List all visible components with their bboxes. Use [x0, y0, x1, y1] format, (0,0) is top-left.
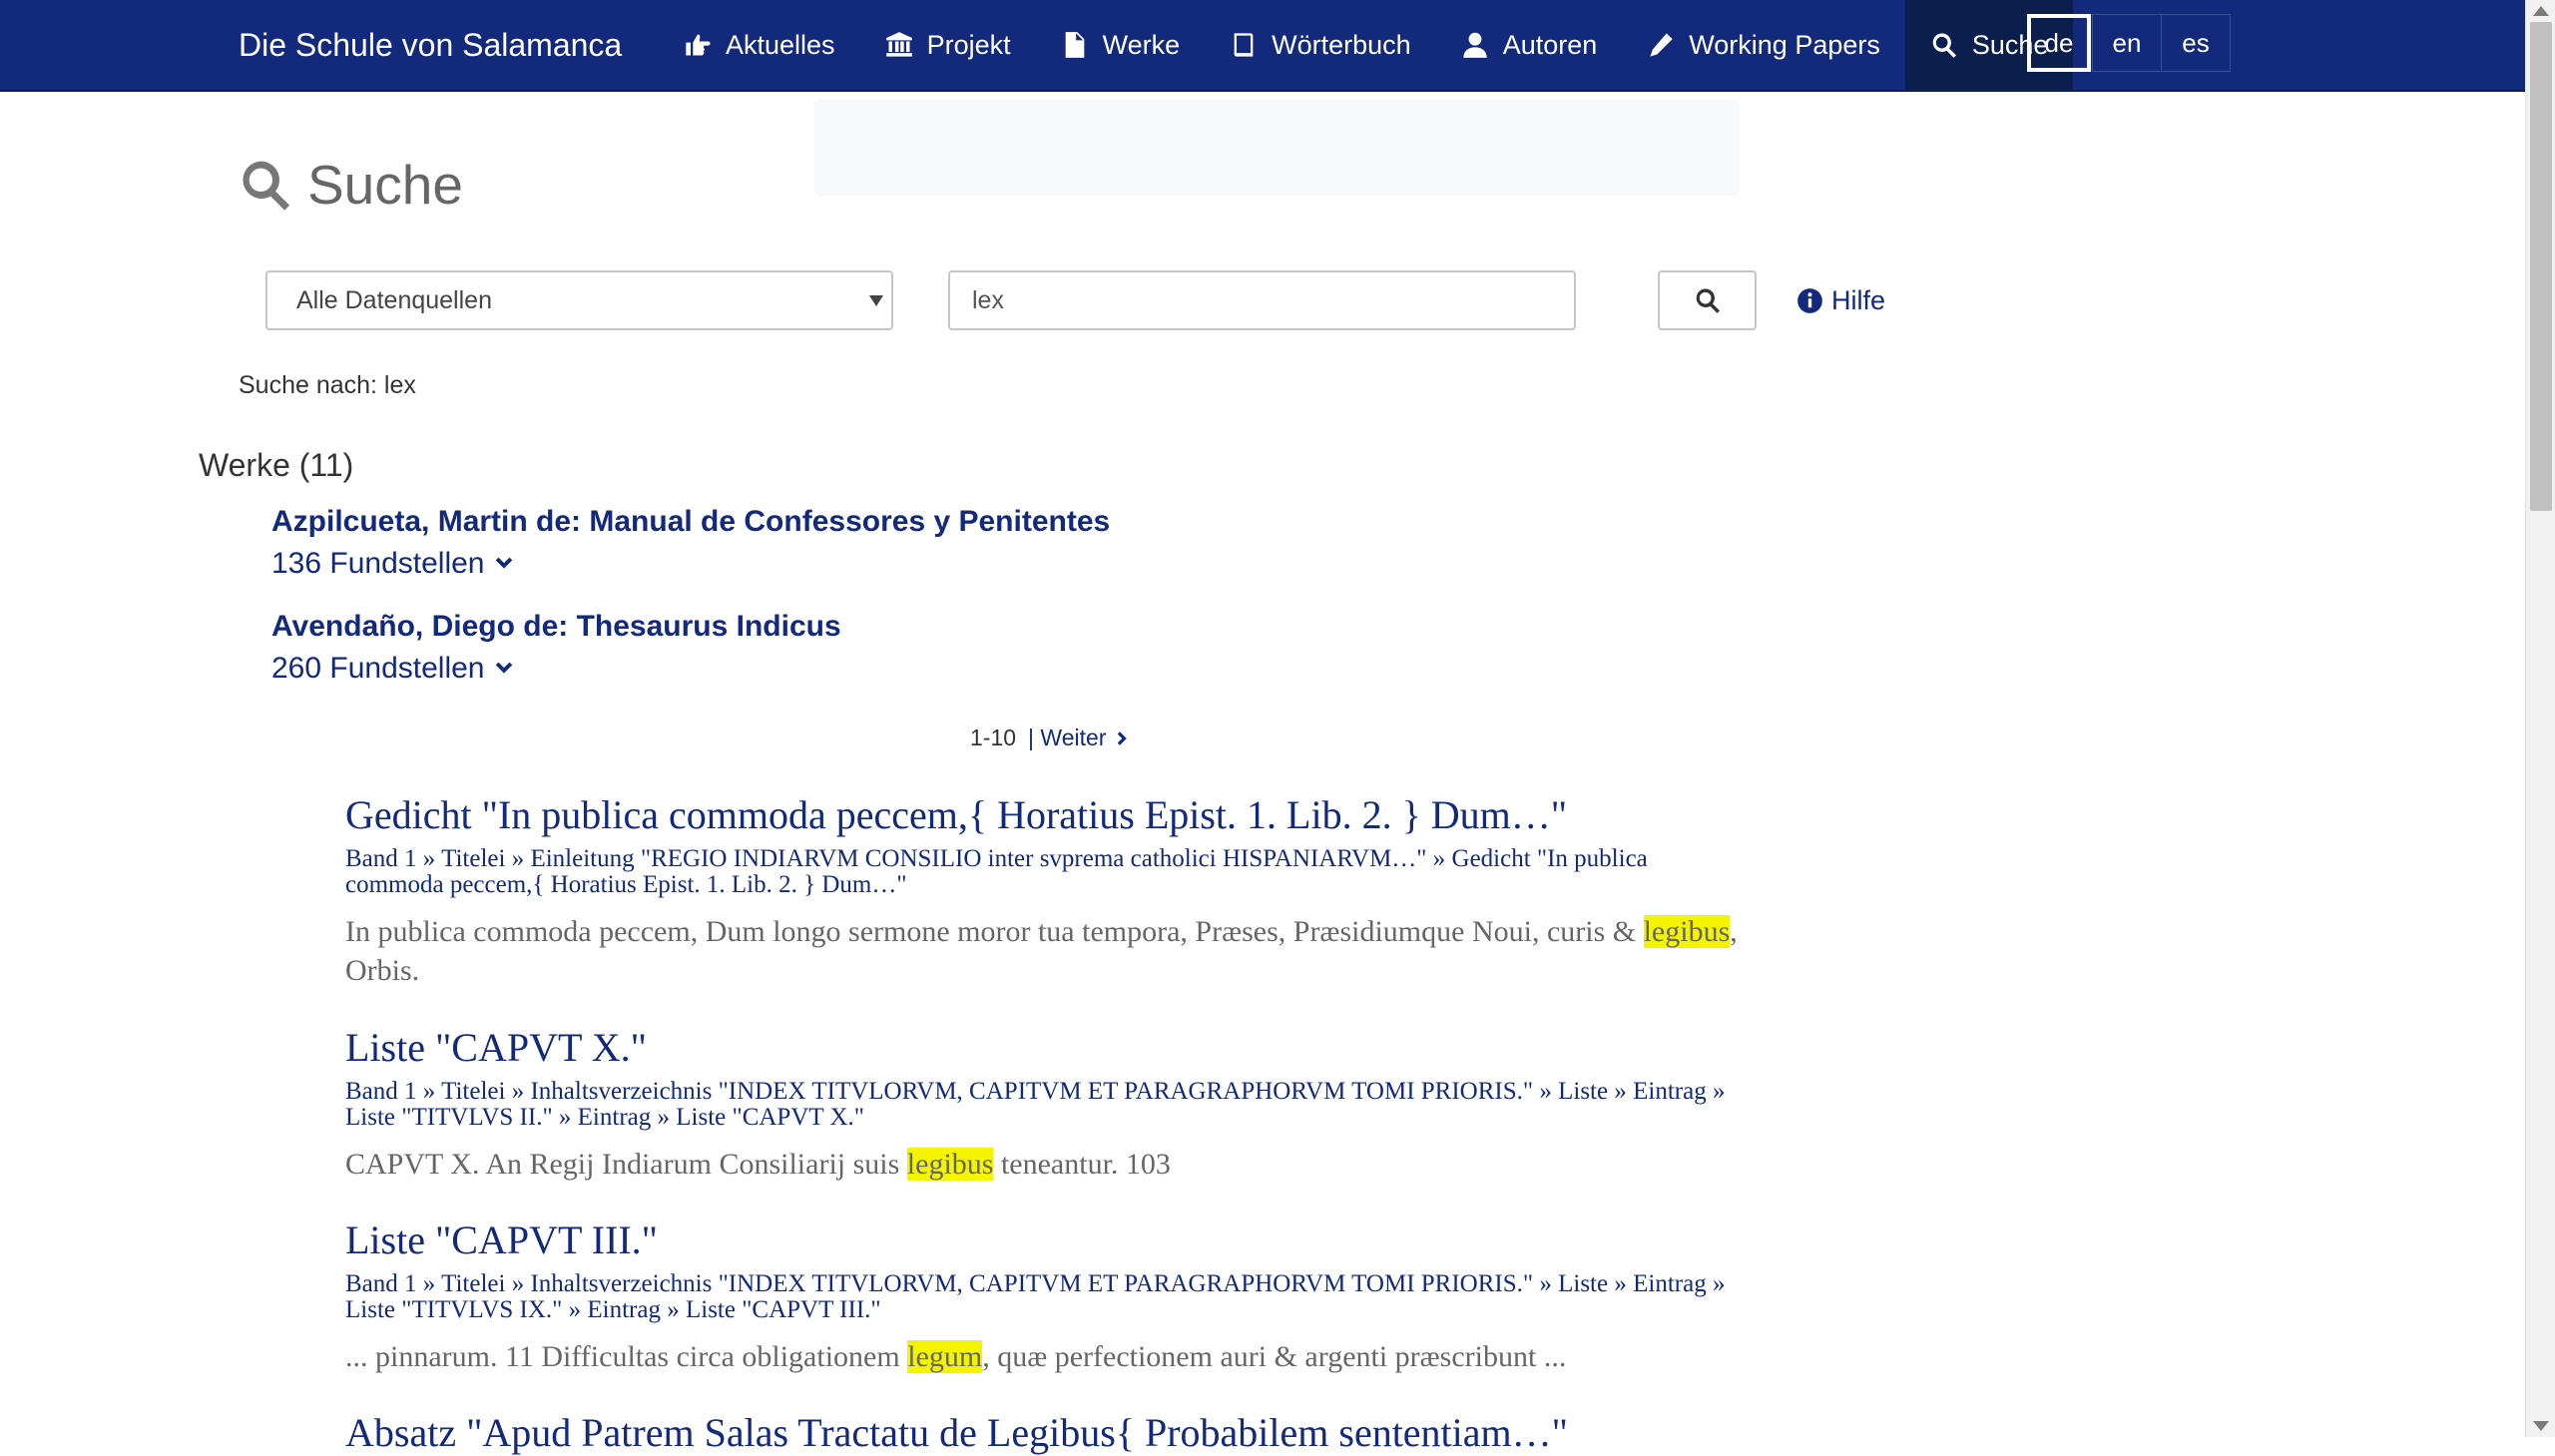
search-hit: Gedicht "In publica commoda peccem,{ Hor…: [345, 792, 1743, 990]
search-icon: [1696, 288, 1720, 313]
scroll-down-arrow-icon[interactable]: [2533, 1421, 2549, 1431]
nav-label: Autoren: [1502, 29, 1598, 60]
search-icon: [243, 161, 290, 211]
nav-item-working-papers[interactable]: Working Papers: [1622, 0, 1905, 90]
snippet-text: ... pinnarum. 11 Difficultas circa oblig…: [345, 1340, 908, 1373]
vertical-scrollbar[interactable]: [2525, 0, 2555, 1437]
work-hit-count-toggle[interactable]: 136 Fundstellen: [271, 547, 515, 581]
hand-point-right-icon: [686, 34, 711, 56]
search-query-echo: Suche nach: lex: [239, 371, 416, 399]
breadcrumb-link[interactable]: Eintrag: [1633, 1270, 1707, 1297]
snippet-text: , quæ perfectionem auri & argenti præscr…: [982, 1340, 1567, 1373]
breadcrumb-link[interactable]: Titelei: [441, 1270, 505, 1297]
hit-title-link[interactable]: Liste "CAPVT X.": [345, 1025, 1743, 1071]
breadcrumb-link[interactable]: Titelei: [441, 1078, 505, 1105]
pagination-next-link[interactable]: | Weiter: [1028, 725, 1132, 751]
nav-item-werke[interactable]: Werke: [1036, 0, 1206, 90]
pencil-icon: [1650, 33, 1673, 57]
breadcrumb-link[interactable]: Liste: [1558, 1270, 1608, 1297]
breadcrumb-link[interactable]: Liste "CAPVT X.": [676, 1104, 864, 1131]
search-hit: Absatz "Apud Patrem Salas Tractatu de Le…: [345, 1410, 1743, 1456]
search-button[interactable]: [1658, 270, 1757, 330]
work-hit-count-toggle[interactable]: 260 Fundstellen: [271, 652, 515, 686]
nav-item-woerterbuch[interactable]: Wörterbuch: [1205, 0, 1436, 90]
breadcrumb-link[interactable]: Liste "CAPVT III.": [686, 1296, 881, 1323]
hit-snippet: ... pinnarum. 11 Difficultas circa oblig…: [345, 1337, 1743, 1376]
faded-tooltip-overlay: [814, 100, 1739, 196]
work-title-link[interactable]: Avendaño, Diego de: Thesaurus Indicus: [271, 610, 841, 644]
pagination-next-label: | Weiter: [1028, 725, 1107, 750]
data-source-selected: Alle Datenquellen: [296, 285, 492, 314]
data-source-select[interactable]: Alle Datenquellen: [265, 270, 893, 330]
snippet-text: CAPVT X. An Regij Indiarum Consiliarij s…: [345, 1148, 907, 1181]
breadcrumb-link[interactable]: Liste: [1558, 1078, 1608, 1105]
hit-snippet: CAPVT X. An Regij Indiarum Consiliarij s…: [345, 1145, 1743, 1184]
lang-es-button[interactable]: es: [2161, 14, 2231, 72]
user-icon: [1463, 32, 1487, 58]
breadcrumb-link[interactable]: Band 1: [345, 1078, 417, 1105]
top-navbar: Die Schule von Salamanca Aktuelles Proje…: [0, 0, 2525, 92]
search-input[interactable]: [948, 270, 1576, 330]
breadcrumb: Band 1 » Titelei » Inhaltsverzeichnis "I…: [345, 1078, 1726, 1131]
breadcrumb-link[interactable]: Eintrag: [1633, 1078, 1707, 1105]
breadcrumb-link[interactable]: Eintrag: [578, 1104, 652, 1131]
page-title: Suche: [238, 150, 463, 220]
chevron-down-icon: [495, 557, 512, 569]
chevron-right-icon: [1118, 730, 1128, 745]
breadcrumb-link[interactable]: Titelei: [441, 845, 505, 872]
work-title-link[interactable]: Azpilcueta, Martin de: Manual de Confess…: [271, 505, 1110, 539]
breadcrumb-link[interactable]: Band 1: [345, 845, 417, 872]
breadcrumb-link[interactable]: Eintrag: [587, 1296, 661, 1323]
institution-icon: [885, 32, 912, 57]
search-term-highlight: legibus: [1643, 915, 1731, 948]
nav-item-projekt[interactable]: Projekt: [860, 0, 1036, 90]
file-icon: [1065, 32, 1084, 58]
brand-link[interactable]: Die Schule von Salamanca: [239, 0, 622, 90]
nav-label: Aktuelles: [726, 29, 835, 60]
search-hit: Liste "CAPVT III." Band 1 » Titelei » In…: [345, 1217, 1743, 1376]
work-hit-count: 136 Fundstellen: [271, 547, 485, 580]
hit-title-link[interactable]: Liste "CAPVT III.": [345, 1217, 1743, 1263]
book-icon: [1234, 33, 1254, 57]
nav-item-aktuelles[interactable]: Aktuelles: [659, 0, 860, 90]
info-circle-icon: [1797, 287, 1822, 313]
breadcrumb-link[interactable]: Liste "TITVLVS II.": [345, 1104, 553, 1131]
breadcrumb-link[interactable]: Liste "TITVLVS IX.": [345, 1296, 562, 1323]
nav-label: Projekt: [926, 29, 1011, 60]
nav-item-autoren[interactable]: Autoren: [1436, 0, 1623, 90]
breadcrumb-link[interactable]: Inhaltsverzeichnis "INDEX TITVLORVM, CAP…: [530, 1270, 1533, 1297]
lang-de-button[interactable]: de: [2027, 14, 2091, 72]
nav-label: Working Papers: [1689, 29, 1880, 60]
hit-title-link[interactable]: Absatz "Apud Patrem Salas Tractatu de Le…: [345, 1410, 1743, 1456]
hit-title-link[interactable]: Gedicht "In publica commoda peccem,{ Hor…: [345, 792, 1743, 838]
breadcrumb: Band 1 » Titelei » Einleitung "REGIO IND…: [345, 845, 1648, 898]
snippet-text: In publica commoda peccem, Dum longo ser…: [345, 915, 1644, 948]
scroll-thumb[interactable]: [2530, 22, 2552, 511]
nav-label: Wörterbuch: [1272, 29, 1411, 60]
hit-snippet: In publica commoda peccem, Dum longo ser…: [345, 912, 1743, 990]
breadcrumb: Band 1 » Titelei » Inhaltsverzeichnis "I…: [345, 1270, 1726, 1323]
pagination: 1-10 | Weiter: [970, 725, 1132, 751]
search-hit: Liste "CAPVT X." Band 1 » Titelei » Inha…: [345, 1025, 1743, 1184]
chevron-down-icon: [495, 662, 512, 674]
search-term-highlight: legibus: [906, 1148, 994, 1181]
scroll-up-arrow-icon[interactable]: [2533, 6, 2549, 16]
main-nav: Aktuelles Projekt Werke Wörterbuch Autor…: [659, 0, 2074, 90]
breadcrumb-link[interactable]: Inhaltsverzeichnis "INDEX TITVLORVM, CAP…: [530, 1078, 1533, 1105]
breadcrumb-link[interactable]: Einleitung "REGIO INDIARVM CONSILIO inte…: [530, 845, 1426, 872]
search-icon: [1932, 33, 1956, 58]
breadcrumb-link[interactable]: Band 1: [345, 1270, 417, 1297]
pagination-range: 1-10: [970, 725, 1017, 750]
search-term-highlight: legum: [907, 1340, 983, 1373]
page-title-text: Suche: [307, 154, 463, 216]
work-hit-count: 260 Fundstellen: [271, 652, 485, 685]
lang-en-button[interactable]: en: [2092, 14, 2162, 72]
nav-label: Werke: [1102, 29, 1181, 60]
works-section-heading: Werke (11): [199, 447, 354, 483]
snippet-text: teneantur. 103: [993, 1148, 1171, 1181]
help-label: Hilfe: [1831, 284, 1886, 315]
language-switcher: de en es: [2027, 14, 2231, 72]
caret-down-icon: [869, 295, 883, 306]
help-link[interactable]: Hilfe: [1796, 280, 1885, 320]
